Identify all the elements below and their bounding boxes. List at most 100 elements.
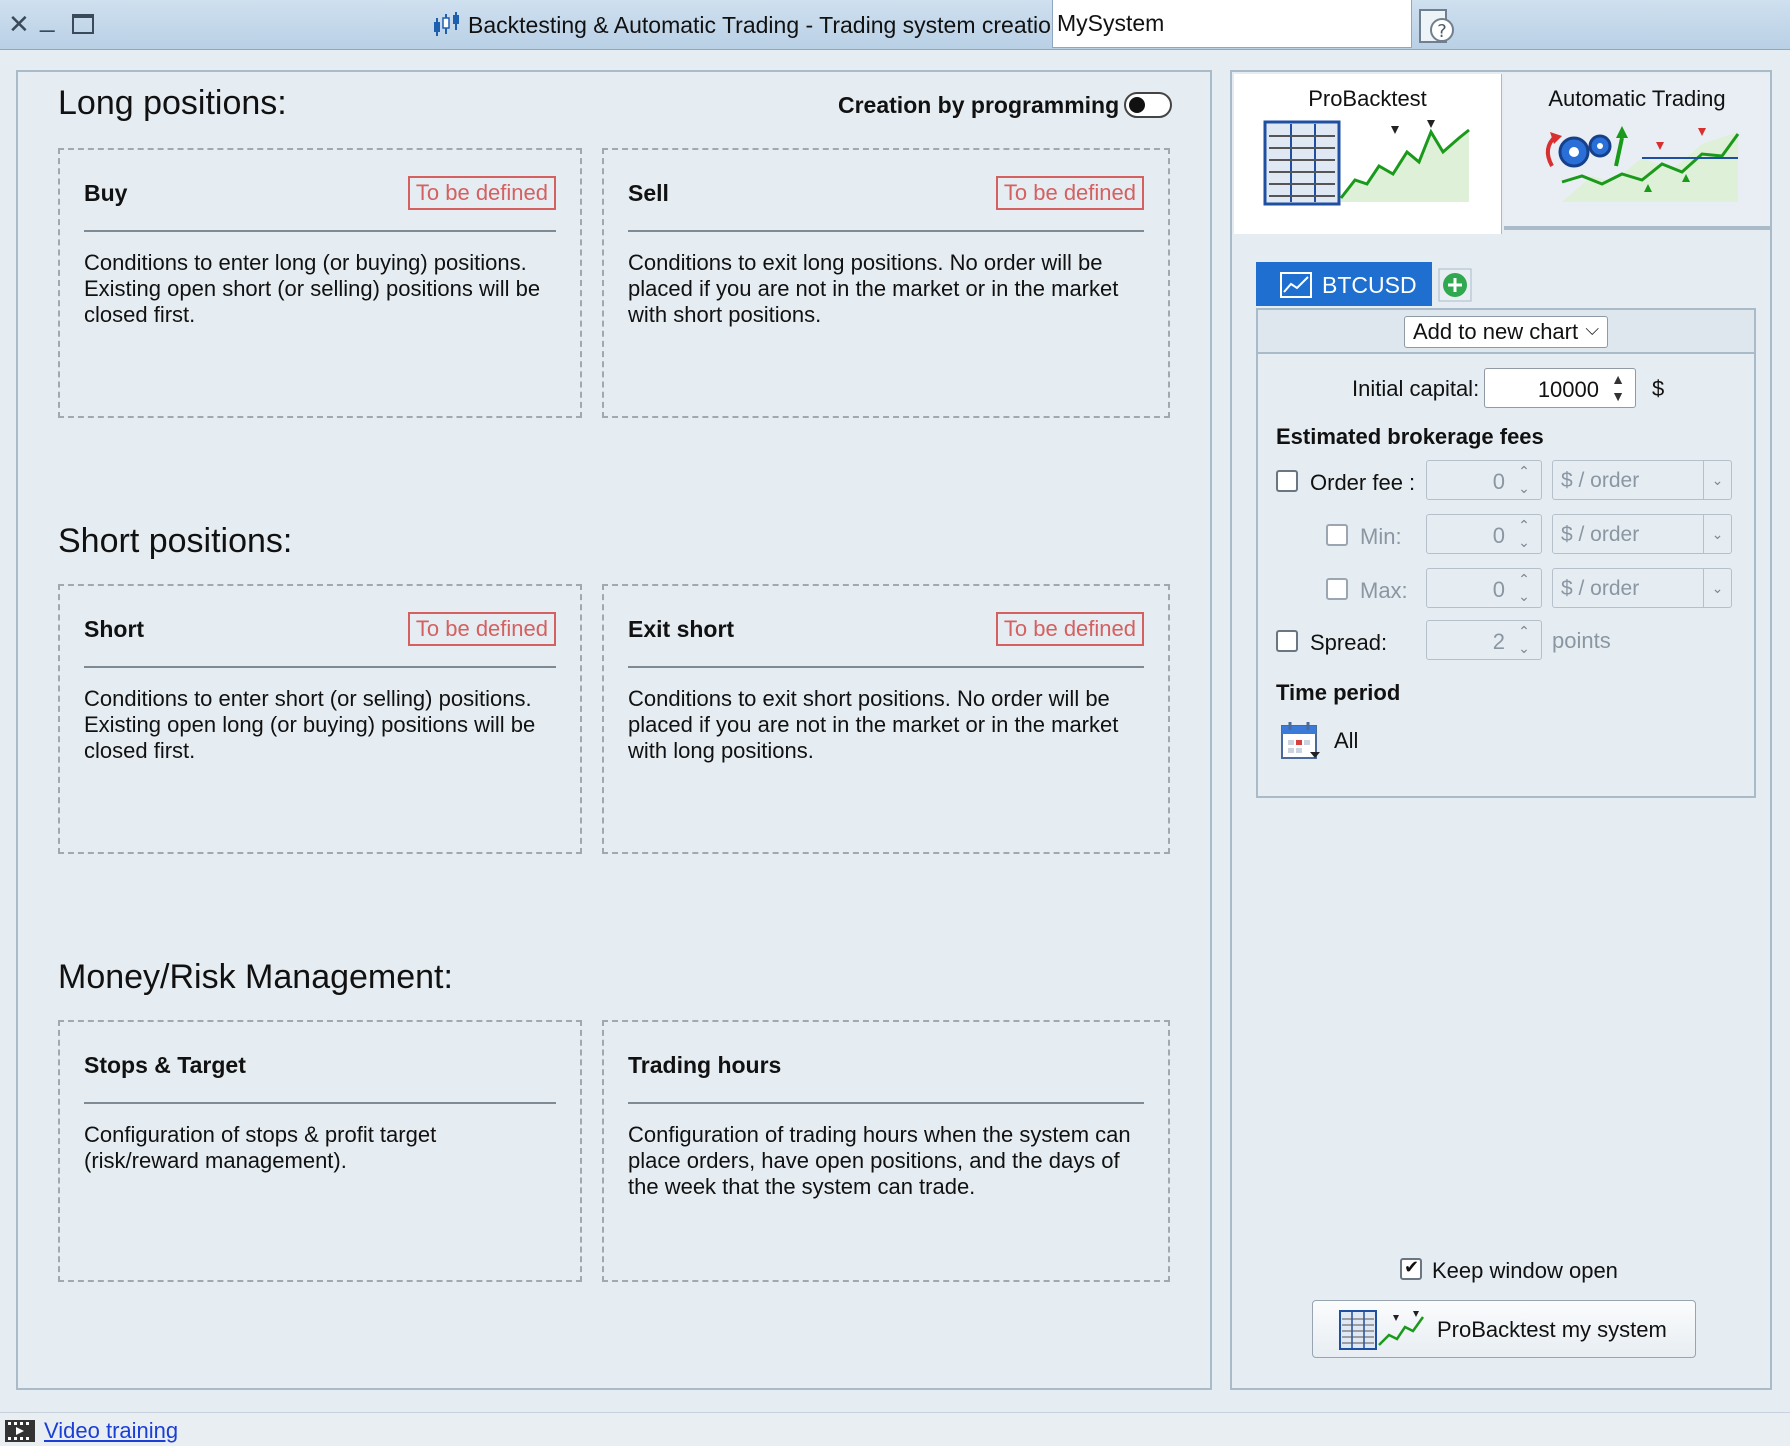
divider: [628, 230, 1144, 232]
svg-text:?: ?: [1437, 21, 1447, 42]
status-bar: Video training: [0, 1412, 1790, 1446]
probacktest-my-system-button[interactable]: ProBacktest my system: [1312, 1300, 1696, 1358]
divider: [84, 666, 556, 668]
sell-card[interactable]: Sell To be defined Conditions to exit lo…: [602, 148, 1170, 418]
order-fee-unit-select[interactable]: $ / order ⌄: [1552, 460, 1732, 500]
buy-title: Buy: [84, 180, 128, 206]
divider: [84, 1102, 556, 1104]
divider: [628, 666, 1144, 668]
buy-status-badge: To be defined: [407, 176, 556, 210]
max-fee-label: Max:: [1360, 578, 1408, 603]
stops-target-card[interactable]: Stops & Target Configuration of stops & …: [58, 1020, 582, 1282]
chevron-down-icon: ⌄: [1703, 569, 1731, 607]
spread-unit: points: [1552, 628, 1611, 653]
tab-probacktest-label: ProBacktest: [1308, 86, 1427, 111]
automatic-trading-icon: [1545, 126, 1740, 202]
keep-window-open-label: Keep window open: [1432, 1258, 1618, 1283]
title-bar: ✕ _ Backtesting & Automatic Trading - Tr…: [0, 0, 1790, 50]
close-icon[interactable]: ✕: [8, 10, 30, 38]
short-description: Conditions to enter short (or selling) p…: [84, 686, 536, 763]
sell-status-badge: To be defined: [995, 176, 1144, 210]
chart-target-bar: Add to new chart ⌵: [1258, 310, 1754, 354]
min-fee-unit-select[interactable]: $ / order ⌄: [1552, 514, 1732, 554]
help-icon[interactable]: ?: [1418, 6, 1458, 46]
capital-currency: $: [1652, 376, 1665, 401]
short-positions-heading: Short positions:: [58, 522, 293, 560]
time-period-value: All: [1334, 728, 1359, 753]
max-fee-input[interactable]: 0 ⌃ ⌄: [1426, 568, 1542, 608]
chart-target-value: Add to new chart: [1413, 319, 1579, 344]
short-title: Short: [84, 616, 145, 642]
spread-label: Spread:: [1310, 630, 1388, 655]
sell-description: Conditions to exit long positions. No or…: [628, 250, 1119, 327]
max-fee-value: 0: [1492, 577, 1505, 602]
stepper-arrows-icon[interactable]: ⌃ ⌄: [1511, 571, 1537, 605]
probacktest-icon: [1339, 1310, 1425, 1350]
buy-card[interactable]: Buy To be defined Conditions to enter lo…: [58, 148, 582, 418]
min-fee-input[interactable]: 0 ⌃ ⌄: [1426, 514, 1542, 554]
minimize-icon[interactable]: _: [40, 4, 54, 32]
chevron-down-icon: ⌵: [1585, 319, 1599, 339]
initial-capital-input[interactable]: 10000 ▲ ▼: [1484, 368, 1636, 408]
min-fee-checkbox[interactable]: [1326, 524, 1348, 546]
min-fee-unit: $ / order: [1561, 523, 1640, 546]
chart-line-icon: [1280, 272, 1312, 298]
toggle-knob: [1129, 97, 1145, 113]
trading-hours-title: Trading hours: [628, 1052, 782, 1078]
spread-input[interactable]: 2 ⌃ ⌄: [1426, 620, 1542, 660]
calendar-icon[interactable]: [1280, 720, 1322, 762]
exit-short-status-badge: To be defined: [995, 612, 1144, 646]
window-title: Backtesting & Automatic Trading - Tradin…: [468, 12, 1064, 38]
stepper-arrows-icon[interactable]: ⌃ ⌄: [1511, 463, 1537, 497]
short-card[interactable]: Short To be defined Conditions to enter …: [58, 584, 582, 854]
stops-target-description: Configuration of stops & profit target (…: [84, 1122, 437, 1173]
max-fee-unit: $ / order: [1561, 577, 1640, 600]
tab-probacktest[interactable]: ProBacktest: [1234, 74, 1502, 234]
stepper-arrows-icon[interactable]: ⌃ ⌄: [1511, 517, 1537, 551]
min-fee-value: 0: [1492, 523, 1505, 548]
stepper-arrows-icon[interactable]: ▲ ▼: [1605, 371, 1631, 405]
keep-window-open-checkbox[interactable]: [1400, 1257, 1422, 1280]
spread-value: 2: [1492, 629, 1505, 654]
settings-panel: ProBacktest Automatic Trading BTCUSD Add…: [1230, 70, 1772, 1390]
time-period-heading: Time period: [1276, 680, 1401, 705]
max-fee-unit-select[interactable]: $ / order ⌄: [1552, 568, 1732, 608]
stops-target-title: Stops & Target: [84, 1052, 246, 1078]
sell-title: Sell: [628, 180, 669, 206]
backtest-settings: Add to new chart ⌵ Initial capital: 1000…: [1256, 308, 1756, 798]
instrument-tab[interactable]: BTCUSD: [1256, 262, 1432, 306]
long-positions-heading: Long positions:: [58, 84, 287, 122]
money-management-heading: Money/Risk Management:: [58, 958, 453, 996]
trading-hours-description: Configuration of trading hours when the …: [628, 1122, 1131, 1199]
initial-capital-label: Initial capital:: [1352, 376, 1480, 401]
order-fee-unit: $ / order: [1561, 469, 1640, 492]
trading-hours-card[interactable]: Trading hours Configuration of trading h…: [602, 1020, 1170, 1282]
order-fee-checkbox[interactable]: [1276, 470, 1298, 492]
maximize-icon[interactable]: [72, 14, 94, 34]
chevron-down-icon: ⌄: [1703, 515, 1731, 553]
exit-short-card[interactable]: Exit short To be defined Conditions to e…: [602, 584, 1170, 854]
order-fee-input[interactable]: 0 ⌃ ⌄: [1426, 460, 1542, 500]
divider: [84, 230, 556, 232]
instrument-label: BTCUSD: [1322, 272, 1417, 298]
chevron-down-icon: ⌄: [1703, 461, 1731, 499]
max-fee-checkbox[interactable]: [1326, 578, 1348, 600]
exit-short-description: Conditions to exit short positions. No o…: [628, 686, 1119, 763]
tab-automatic-trading-label: Automatic Trading: [1548, 86, 1726, 111]
initial-capital-value: 10000: [1537, 377, 1599, 402]
min-fee-label: Min:: [1360, 524, 1402, 549]
strategy-panel: Long positions: Creation by programming …: [16, 70, 1212, 1390]
brokerage-fees-heading: Estimated brokerage fees: [1276, 424, 1544, 449]
film-icon: [5, 1420, 35, 1442]
spread-checkbox[interactable]: [1276, 630, 1298, 652]
creation-by-programming-toggle[interactable]: [1124, 92, 1172, 118]
stepper-arrows-icon[interactable]: ⌃ ⌄: [1511, 623, 1537, 657]
system-name-input[interactable]: [1052, 0, 1412, 48]
video-training-link[interactable]: Video training: [44, 1418, 178, 1444]
divider: [628, 1102, 1144, 1104]
exit-short-title: Exit short: [628, 616, 735, 642]
candlestick-icon: [434, 12, 459, 36]
add-instrument-icon[interactable]: [1438, 268, 1472, 302]
tab-automatic-trading[interactable]: Automatic Trading: [1504, 74, 1770, 230]
chart-target-select[interactable]: Add to new chart ⌵: [1404, 316, 1608, 348]
